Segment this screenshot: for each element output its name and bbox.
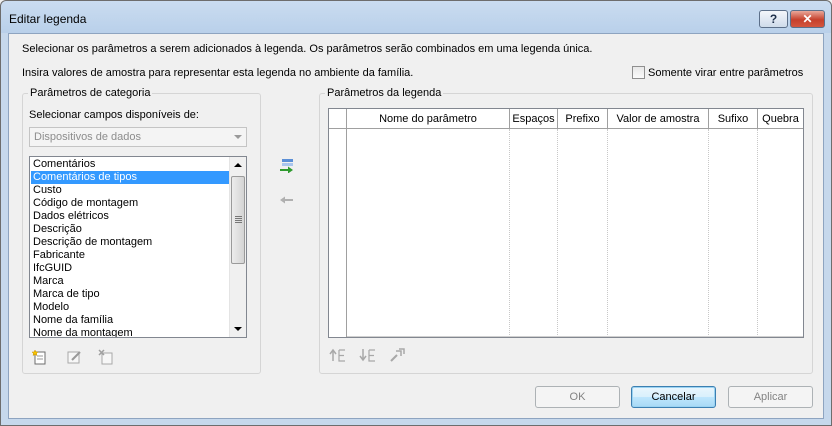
list-item[interactable]: Comentários de tipos	[31, 171, 230, 184]
column-header-name[interactable]: Nome do parâmetro	[347, 109, 510, 129]
grid-column-break	[758, 129, 803, 337]
intro-text-1: Selecionar os parâmetros a serem adicion…	[22, 43, 593, 55]
wrap-between-parameters-checkbox[interactable]	[632, 66, 645, 79]
edit-parameter-button[interactable]	[65, 348, 83, 366]
list-item[interactable]: Fabricante	[31, 249, 230, 262]
add-to-label-icon	[280, 159, 293, 173]
grid-column-suffix	[709, 129, 758, 337]
remove-from-label-button[interactable]	[277, 191, 297, 209]
list-item[interactable]: Modelo	[31, 301, 230, 314]
label-parameters-title: Parâmetros da legenda	[327, 87, 442, 99]
move-down-button[interactable]	[359, 346, 377, 364]
list-item[interactable]: Descrição de montagem	[31, 236, 230, 249]
grid-row-header-corner	[329, 109, 347, 129]
grid-header: Nome do parâmetro Espaços Prefixo Valor …	[329, 109, 803, 129]
column-header-prefix[interactable]: Prefixo	[558, 109, 608, 129]
grid-column-spaces	[510, 129, 558, 337]
sort-icon	[390, 348, 405, 362]
add-to-label-button[interactable]	[277, 156, 297, 174]
list-item[interactable]: Comentários	[31, 158, 230, 171]
scroll-down-button[interactable]	[230, 321, 246, 337]
move-up-icon	[329, 348, 345, 362]
delete-parameter-button[interactable]	[97, 348, 115, 366]
close-button[interactable]: ✕	[790, 10, 825, 28]
scroll-up-icon	[234, 163, 242, 167]
delete-parameter-icon	[98, 349, 113, 365]
apply-button[interactable]: Aplicar	[728, 386, 813, 408]
scroll-down-icon	[234, 327, 242, 331]
move-down-icon	[359, 349, 375, 362]
column-header-break[interactable]: Quebra	[758, 109, 803, 129]
available-fields-list[interactable]: Comentários Comentários de tipos Custo Códi…	[29, 156, 247, 338]
label-parameters-grid[interactable]: Nome do parâmetro Espaços Prefixo Valor …	[328, 108, 804, 338]
list-item[interactable]: Nome da montagem	[31, 327, 230, 337]
column-header-sample-value[interactable]: Valor de amostra	[608, 109, 709, 129]
list-item[interactable]: Nome da família	[31, 314, 230, 327]
category-parameters-title: Parâmetros de categoria	[30, 87, 151, 99]
cancel-button-label: Cancelar	[651, 391, 696, 403]
window-title: Editar legenda	[9, 12, 87, 26]
intro-text-2: Insira valores de amostra para represent…	[22, 67, 414, 79]
wrap-between-parameters-label: Somente virar entre parâmetros	[648, 66, 804, 79]
scroll-thumb[interactable]	[231, 176, 245, 264]
list-scrollbar[interactable]	[229, 157, 246, 337]
grid-column-prefix	[558, 129, 608, 337]
grid-column-name	[347, 129, 510, 337]
list-item[interactable]: Dados elétricos	[31, 210, 230, 223]
grid-column-sample-value	[608, 129, 709, 337]
apply-button-label: Aplicar	[753, 391, 788, 403]
remove-from-label-icon	[280, 196, 293, 204]
list-item[interactable]: Descrição	[31, 223, 230, 236]
help-button[interactable]: ?	[759, 10, 788, 28]
list-item[interactable]: Custo	[31, 184, 230, 197]
scroll-up-button[interactable]	[230, 157, 246, 173]
close-icon: ✕	[802, 12, 813, 26]
wrap-between-parameters-option[interactable]: Somente virar entre parâmetros	[632, 66, 803, 79]
ok-button-label: OK	[569, 391, 586, 403]
select-fields-label: Selecionar campos disponíveis de:	[29, 109, 199, 121]
dialog-body: Selecionar os parâmetros a serem adicion…	[8, 33, 824, 419]
grip-icon	[235, 216, 242, 217]
category-dropdown[interactable]: Dispositivos de dados	[29, 127, 247, 147]
new-parameter-icon	[32, 349, 46, 365]
title-bar[interactable]: Editar legenda ? ✕	[1, 1, 831, 33]
help-icon: ?	[769, 12, 778, 26]
edit-label-dialog: Editar legenda ? ✕ Selecionar os parâmet…	[0, 0, 832, 426]
list-item[interactable]: Marca de tipo	[31, 288, 230, 301]
category-dropdown-value: Dispositivos de dados	[34, 131, 142, 143]
grid-row-header	[329, 129, 347, 337]
available-fields-items: Comentários Comentários de tipos Custo Códi…	[31, 158, 230, 337]
ok-button[interactable]: OK	[535, 386, 620, 408]
list-item[interactable]: IfcGUID	[31, 262, 230, 275]
edit-parameter-icon	[67, 351, 81, 364]
new-parameter-button[interactable]	[31, 348, 49, 366]
move-up-button[interactable]	[329, 346, 347, 364]
column-header-suffix[interactable]: Sufixo	[709, 109, 758, 129]
cancel-button[interactable]: Cancelar	[631, 386, 716, 408]
list-item[interactable]: Código de montagem	[31, 197, 230, 210]
sort-button[interactable]	[389, 346, 407, 364]
chevron-down-icon	[234, 135, 242, 139]
list-item[interactable]: Marca	[31, 275, 230, 288]
column-header-spaces[interactable]: Espaços	[510, 109, 558, 129]
grid-bottom-line	[347, 336, 803, 337]
